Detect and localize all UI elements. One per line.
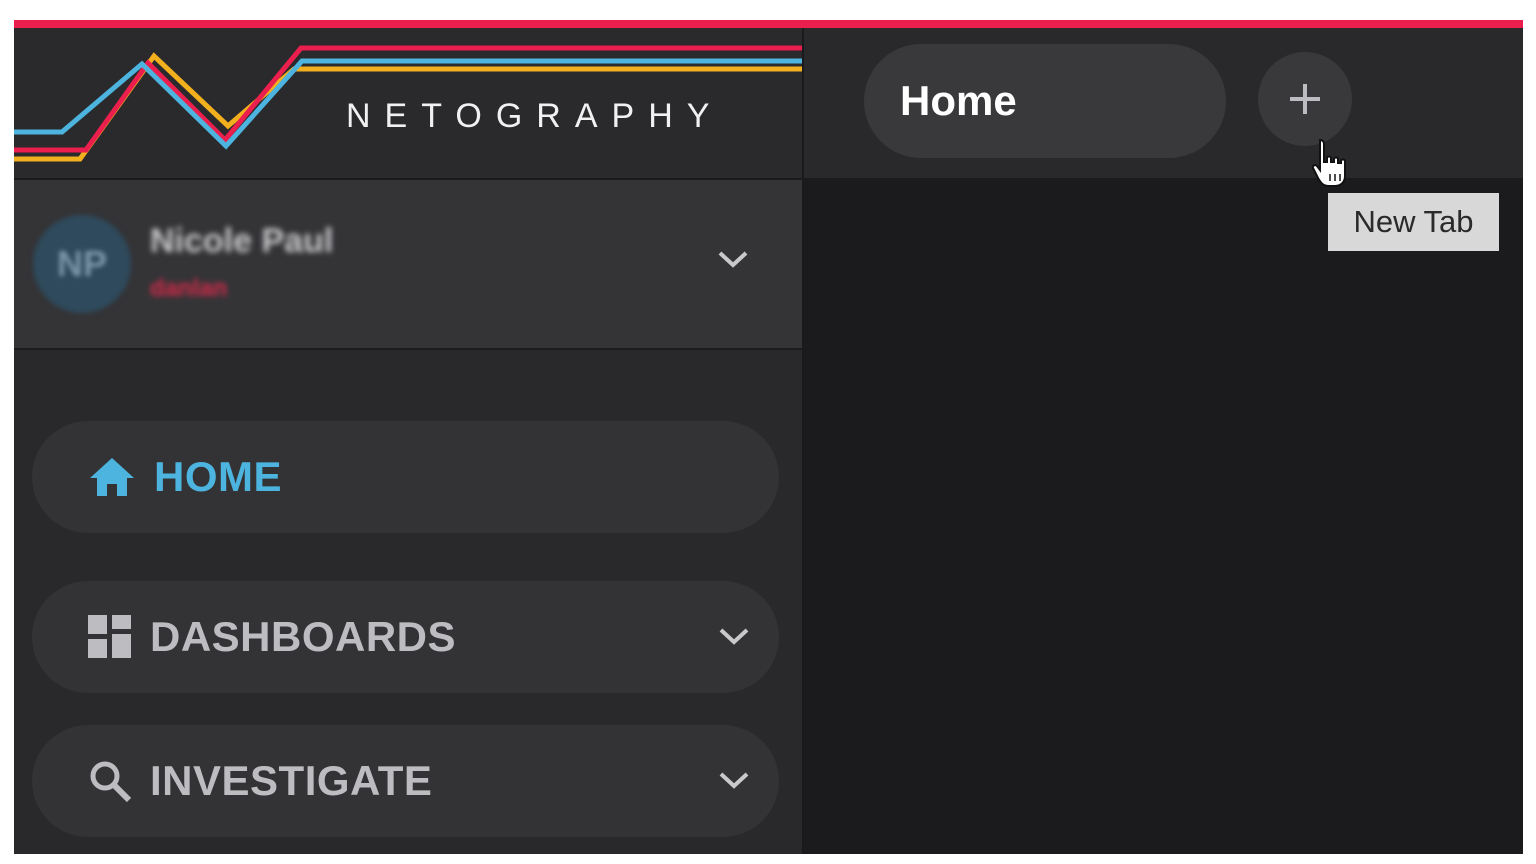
plus-icon	[1290, 84, 1320, 114]
home-icon	[90, 458, 134, 496]
user-profile-menu[interactable]: NP Nicole Paul danlan	[14, 180, 802, 350]
chevron-down-icon[interactable]	[716, 248, 750, 270]
search-icon	[90, 761, 132, 803]
avatar: NP	[33, 215, 131, 313]
logo-wordmark: NETOGRAPHY	[346, 97, 724, 135]
logo[interactable]: NETOGRAPHY	[14, 28, 802, 180]
sidebar-item-dashboards[interactable]: DASHBOARDS	[32, 581, 779, 693]
sidebar-item-label: HOME	[154, 453, 282, 500]
new-tab-button[interactable]	[1258, 52, 1352, 146]
chevron-down-icon[interactable]	[717, 769, 751, 791]
user-role: danlan	[150, 275, 228, 302]
sidebar-item-investigate[interactable]: INVESTIGATE	[32, 725, 779, 837]
pointer-cursor-icon	[1312, 138, 1346, 187]
sidebar-item-label: INVESTIGATE	[150, 757, 433, 804]
tab-home[interactable]: Home	[864, 44, 1226, 158]
tab-bar: Home	[804, 28, 1523, 178]
top-accent-bar	[14, 20, 1523, 28]
sidebar-item-label: DASHBOARDS	[150, 613, 457, 660]
app-window: NETOGRAPHY NP Nicole Paul danlan HOME DA…	[14, 20, 1523, 854]
new-tab-tooltip: New Tab	[1328, 193, 1499, 251]
sidebar: NETOGRAPHY NP Nicole Paul danlan HOME DA…	[14, 28, 804, 854]
grid-icon	[88, 615, 131, 658]
chevron-down-icon[interactable]	[717, 625, 751, 647]
sidebar-item-home[interactable]: HOME	[32, 421, 779, 533]
user-name: Nicole Paul	[150, 222, 334, 260]
